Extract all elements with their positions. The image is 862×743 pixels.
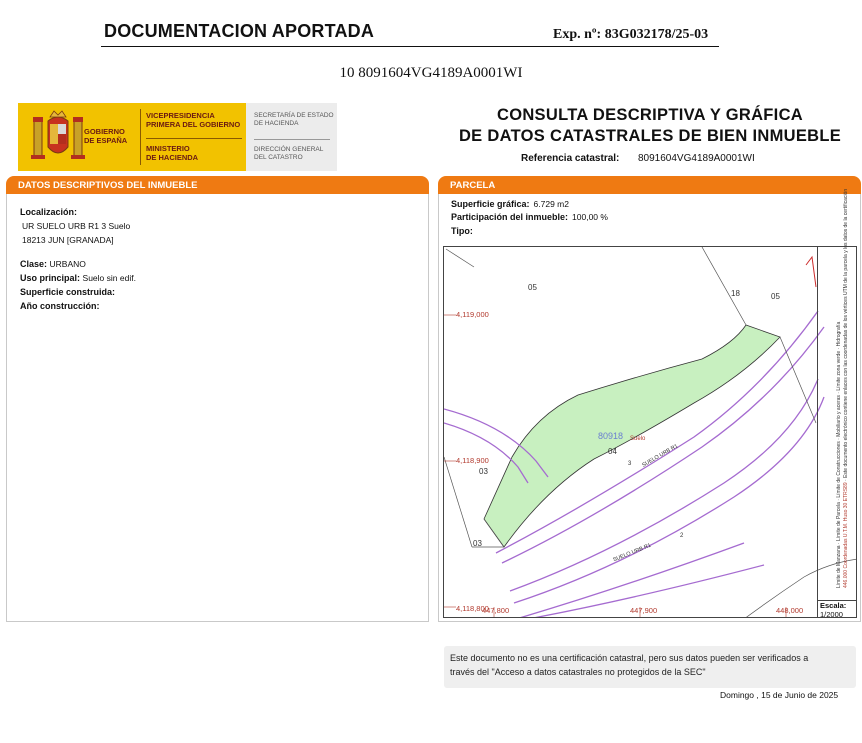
issue-date: Domingo , 15 de Junio de 2025 xyxy=(720,690,839,700)
logo-divider xyxy=(140,109,141,165)
parcel-03a: 03 xyxy=(479,467,488,476)
street-number-3: 3 xyxy=(628,461,632,467)
localizacion-line1: UR SUELO URB R1 3 Suelo xyxy=(22,221,131,231)
coord-x1: 447,800 xyxy=(482,606,510,615)
notice-line2: través del "Acceso a datos catastrales n… xyxy=(450,667,706,677)
gobierno-label: GOBIERNO DE ESPAÑA xyxy=(84,127,128,145)
uso-value: Suelo sin edif. xyxy=(82,273,136,283)
consulta-title-line1: CONSULTA DESCRIPTIVA Y GRÁFICA xyxy=(496,106,804,124)
catastro-logo: SECRETARÍA DE ESTADO DE HACIENDA DIRECCI… xyxy=(246,103,337,171)
coord-y1: 4,119,000 xyxy=(456,310,489,319)
streets xyxy=(444,310,825,617)
coat-of-arms-icon xyxy=(31,110,85,159)
uso-row: Uso principal: Suelo sin edif. xyxy=(20,273,136,283)
parcel-80918: 80918 xyxy=(598,431,624,441)
clase-row: Clase: URBANO xyxy=(20,259,86,269)
notice-line1: Este documento no es una certificación c… xyxy=(450,653,809,663)
tipo-label: Tipo: xyxy=(451,226,473,236)
map-drawing xyxy=(444,247,856,617)
localizacion-line2: 18213 JUN [GRANADA] xyxy=(22,235,114,245)
cadastral-map: 4,119,000 4,118,900 4,118,800 447,800 44… xyxy=(443,246,857,618)
map-legend: Límite de Manzana · Límite de Parcela · … xyxy=(817,188,857,601)
left-panel-heading: DATOS DESCRIPTIVOS DEL INMUEBLE xyxy=(6,176,429,194)
secretaria-label: SECRETARÍA DE ESTADO DE HACIENDA xyxy=(254,112,334,127)
street-number-2: 2 xyxy=(680,533,684,539)
consulta-title-line2: DE DATOS CATASTRALES DE BIEN INMUEBLE xyxy=(458,127,842,145)
header-rule xyxy=(101,46,719,47)
parcel-18: 18 xyxy=(731,289,740,298)
participacion-row: Participación del inmueble: 100,00 % xyxy=(451,212,608,222)
map-scale: Escala: 1/2000 xyxy=(817,600,857,618)
expediente-number: Exp. nº: 83G032178/25-03 xyxy=(553,27,709,42)
boundaries xyxy=(444,247,856,617)
parcel-05a: 05 xyxy=(528,283,537,292)
parcel-04: 04 xyxy=(608,447,617,456)
gobierno-logo: GOBIERNO DE ESPAÑA VICEPRESIDENCIA PRIME… xyxy=(18,103,246,171)
localizacion-label: Localización: xyxy=(20,207,78,217)
verification-notice: Este documento no es una certificación c… xyxy=(444,646,856,688)
coord-x2: 447,900 xyxy=(630,606,658,615)
superficie-grafica-value: 6.729 m2 xyxy=(533,199,569,209)
coord-x3: 448,000 xyxy=(776,606,804,615)
anio-construccion-label: Año construcción: xyxy=(20,301,100,311)
referencia-catastral-row: Referencia catastral: 8091604VG4189A0001… xyxy=(521,153,755,164)
clase-value: URBANO xyxy=(49,259,86,269)
refcat-value: 8091604VG4189A0001WI xyxy=(638,153,755,164)
coord-y2: 4,118,900 xyxy=(456,456,489,465)
direccion-label: DIRECCIÓN GENERAL DEL CATASTRO xyxy=(254,146,324,161)
refcat-label: Referencia catastral: xyxy=(521,153,620,164)
north-arrow-icon xyxy=(805,255,817,288)
ministerio-label: MINISTERIO DE HACIENDA xyxy=(146,144,199,162)
superficie-grafica-row: Superficie gráfica: 6.729 m2 xyxy=(451,199,569,209)
superficie-construida-label: Superficie construida: xyxy=(20,287,116,297)
parcel-suelo: Suelo xyxy=(630,436,646,442)
legend-text: Límite de Manzana · Límite de Parcela · … xyxy=(836,188,849,588)
parcel-05b: 05 xyxy=(771,292,780,301)
logo-grey-divider xyxy=(254,139,330,140)
scale-value: 1/2000 xyxy=(820,609,843,619)
reference-line: 10 8091604VG4189A0001WI xyxy=(339,65,523,81)
doc-title: DOCUMENTACION APORTADA xyxy=(104,21,375,41)
parcel-03b: 03 xyxy=(473,539,482,548)
vicepresidencia-label: VICEPRESIDENCIA PRIMERA DEL GOBIERNO xyxy=(146,111,241,129)
participacion-value: 100,00 % xyxy=(572,212,608,222)
consulta-title: CONSULTA DESCRIPTIVA Y GRÁFICA DE DATOS … xyxy=(438,105,862,147)
right-panel-heading: PARCELA xyxy=(438,176,861,194)
logo-divider-h xyxy=(146,138,242,139)
